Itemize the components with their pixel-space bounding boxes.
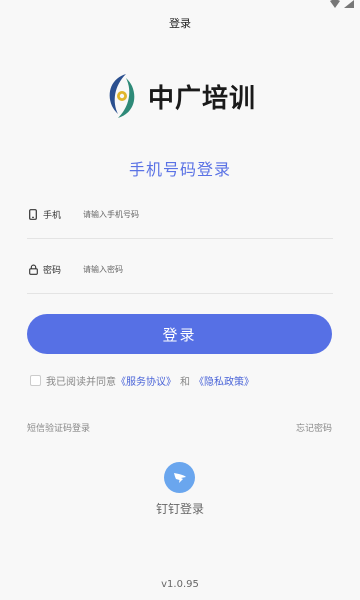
logo-text: 中广培训 xyxy=(148,83,257,114)
agreement-and: 和 xyxy=(180,377,190,388)
lock-icon xyxy=(27,263,39,275)
forgot-password-link[interactable]: 忘记密码 xyxy=(296,421,332,434)
password-label: 密码 xyxy=(43,265,62,276)
service-agreement-link[interactable]: 《服务协议》 xyxy=(116,373,176,388)
agreement-prefix: 我已阅读并同意 xyxy=(46,377,116,388)
page-heading: 手机号码登录 xyxy=(128,160,231,179)
logo-emblem-icon xyxy=(109,74,135,118)
version-label: v1.0.95 xyxy=(161,579,199,590)
password-field[interactable]: 密码 xyxy=(27,245,333,294)
phone-input[interactable] xyxy=(83,209,333,219)
privacy-policy-link[interactable]: 《隐私政策》 xyxy=(194,373,254,388)
nav-title: 登录 xyxy=(169,17,191,30)
status-icons xyxy=(330,0,354,10)
dingtalk-login-label[interactable]: 钉钉登录 xyxy=(0,500,360,517)
signal-icon xyxy=(344,0,354,8)
phone-icon xyxy=(27,208,39,220)
app-logo: 中广培训 xyxy=(104,70,264,122)
login-button[interactable]: 登录 xyxy=(27,314,332,354)
phone-label: 手机 xyxy=(43,210,62,221)
phone-field[interactable]: 手机 xyxy=(27,190,333,239)
password-input[interactable] xyxy=(83,264,333,274)
agreement-checkbox[interactable] xyxy=(30,375,41,386)
wifi-icon xyxy=(330,0,340,8)
sms-login-link[interactable]: 短信验证码登录 xyxy=(27,421,90,434)
agreement-row: 我已阅读并同意 《服务协议》 和 《隐私政策》 xyxy=(30,373,254,388)
dingtalk-icon[interactable] xyxy=(164,462,195,493)
